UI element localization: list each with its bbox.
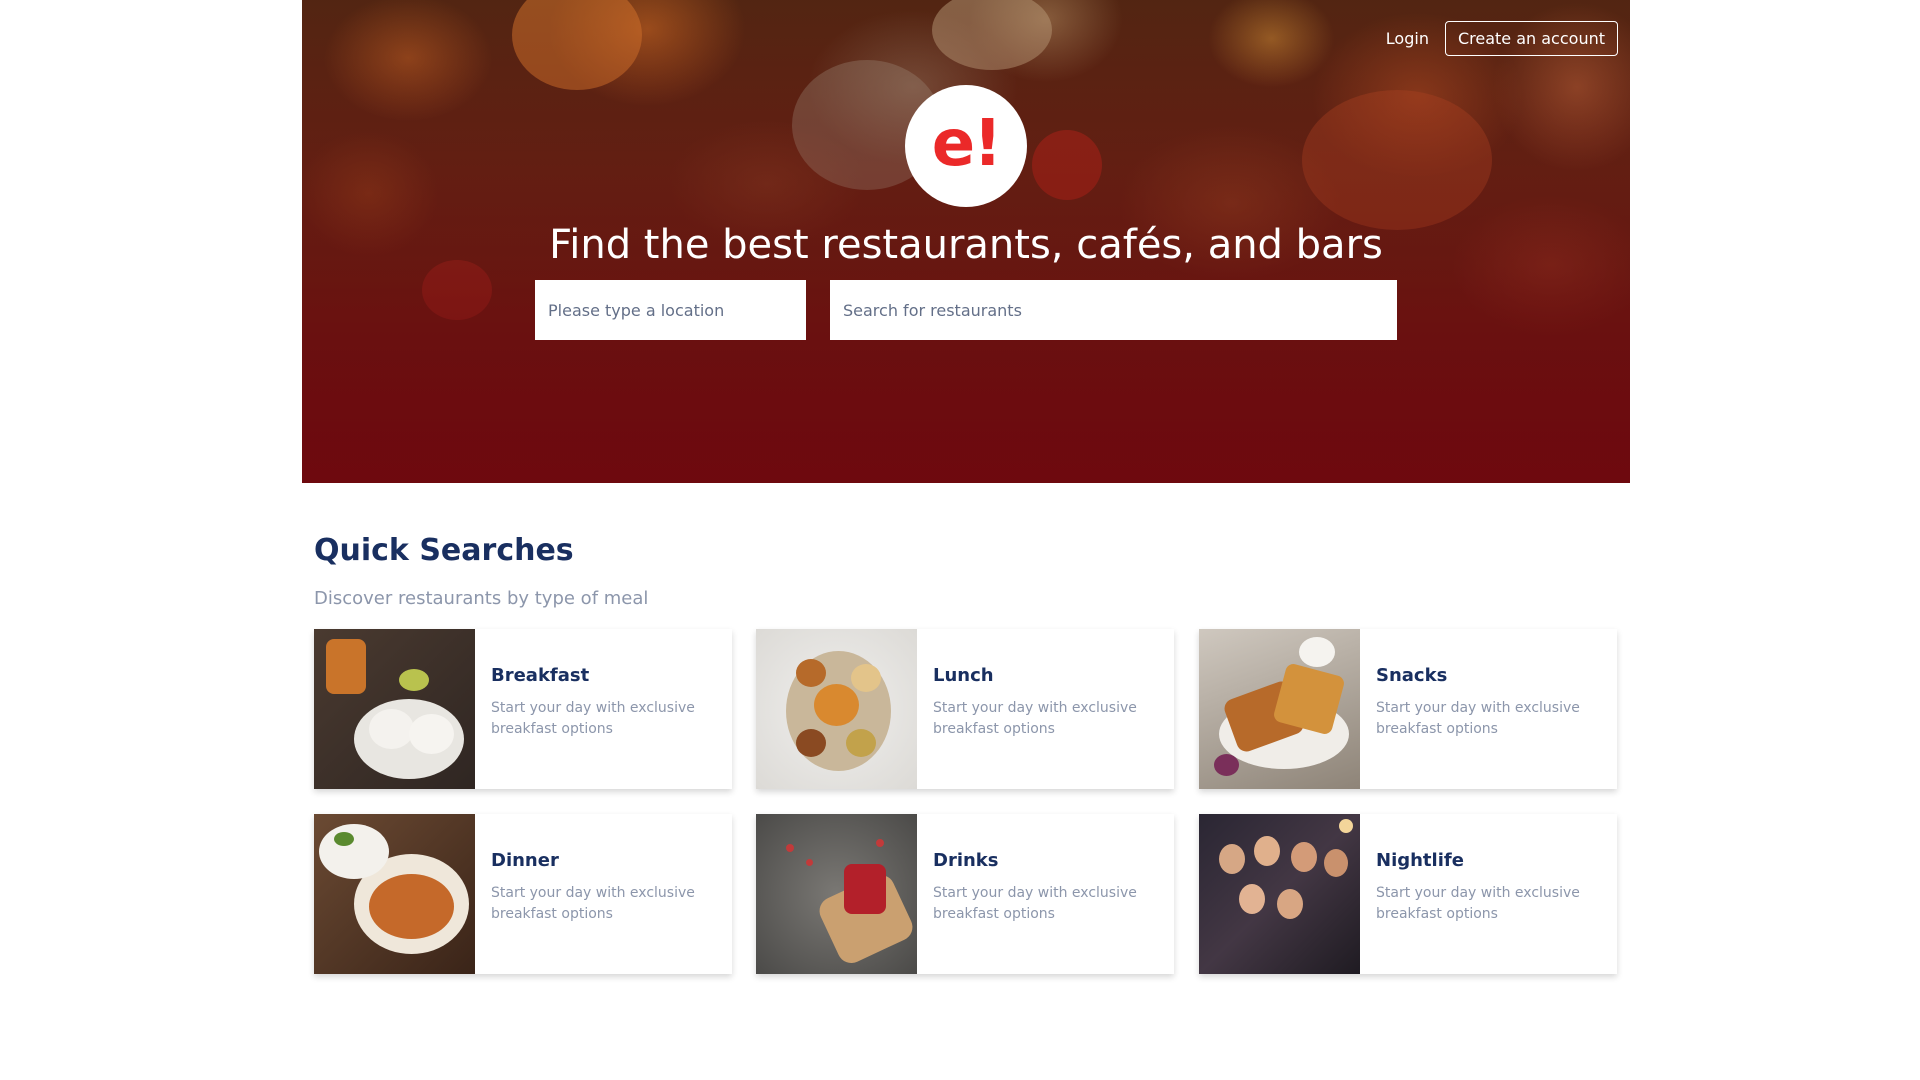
card-description: Start your day with exclusive breakfast … [1376, 885, 1580, 922]
card-description: Start your day with exclusive breakfast … [491, 700, 695, 737]
create-account-button[interactable]: Create an account [1444, 21, 1618, 56]
card-body: Snacks Start your day with exclusive bre… [1360, 629, 1617, 789]
quick-search-card-snacks[interactable]: Snacks Start your day with exclusive bre… [1199, 629, 1617, 789]
quick-search-card-lunch[interactable]: Lunch Start your day with exclusive brea… [756, 629, 1174, 789]
card-title: Lunch [933, 665, 994, 686]
card-description: Start your day with exclusive breakfast … [491, 885, 695, 922]
quick-search-card-nightlife[interactable]: Nightlife Start your day with exclusive … [1199, 814, 1617, 974]
card-title: Breakfast [491, 665, 590, 686]
quick-searches-subtitle: Discover restaurants by type of meal [314, 588, 649, 609]
logo-text: e! [931, 107, 1003, 181]
card-body: Drinks Start your day with exclusive bre… [917, 814, 1174, 974]
dinner-image [314, 814, 475, 974]
quick-search-card-dinner[interactable]: Dinner Start your day with exclusive bre… [314, 814, 732, 974]
hero-banner: Login Create an account e! Find the best… [302, 0, 1630, 483]
drinks-image [756, 814, 917, 974]
quick-search-card-drinks[interactable]: Drinks Start your day with exclusive bre… [756, 814, 1174, 974]
card-title: Nightlife [1376, 850, 1464, 871]
card-title: Drinks [933, 850, 999, 871]
card-description: Start your day with exclusive breakfast … [933, 885, 1137, 922]
login-link[interactable]: Login [1386, 23, 1429, 54]
card-title: Snacks [1376, 665, 1448, 686]
top-nav: Login Create an account [1386, 21, 1618, 56]
quick-search-card-breakfast[interactable]: Breakfast Start your day with exclusive … [314, 629, 732, 789]
quick-searches-title: Quick Searches [314, 533, 574, 568]
card-description: Start your day with exclusive breakfast … [1376, 700, 1580, 737]
breakfast-image [314, 629, 475, 789]
hero-title: Find the best restaurants, cafés, and ba… [549, 222, 1383, 268]
logo: e! [905, 85, 1027, 207]
restaurant-search-input[interactable] [830, 280, 1397, 340]
card-body: Lunch Start your day with exclusive brea… [917, 629, 1174, 789]
card-description: Start your day with exclusive breakfast … [933, 700, 1137, 737]
card-body: Breakfast Start your day with exclusive … [475, 629, 732, 789]
snacks-image [1199, 629, 1360, 789]
location-input[interactable] [535, 280, 806, 340]
lunch-image [756, 629, 917, 789]
nightlife-image [1199, 814, 1360, 974]
card-title: Dinner [491, 850, 559, 871]
card-body: Nightlife Start your day with exclusive … [1360, 814, 1617, 974]
card-body: Dinner Start your day with exclusive bre… [475, 814, 732, 974]
